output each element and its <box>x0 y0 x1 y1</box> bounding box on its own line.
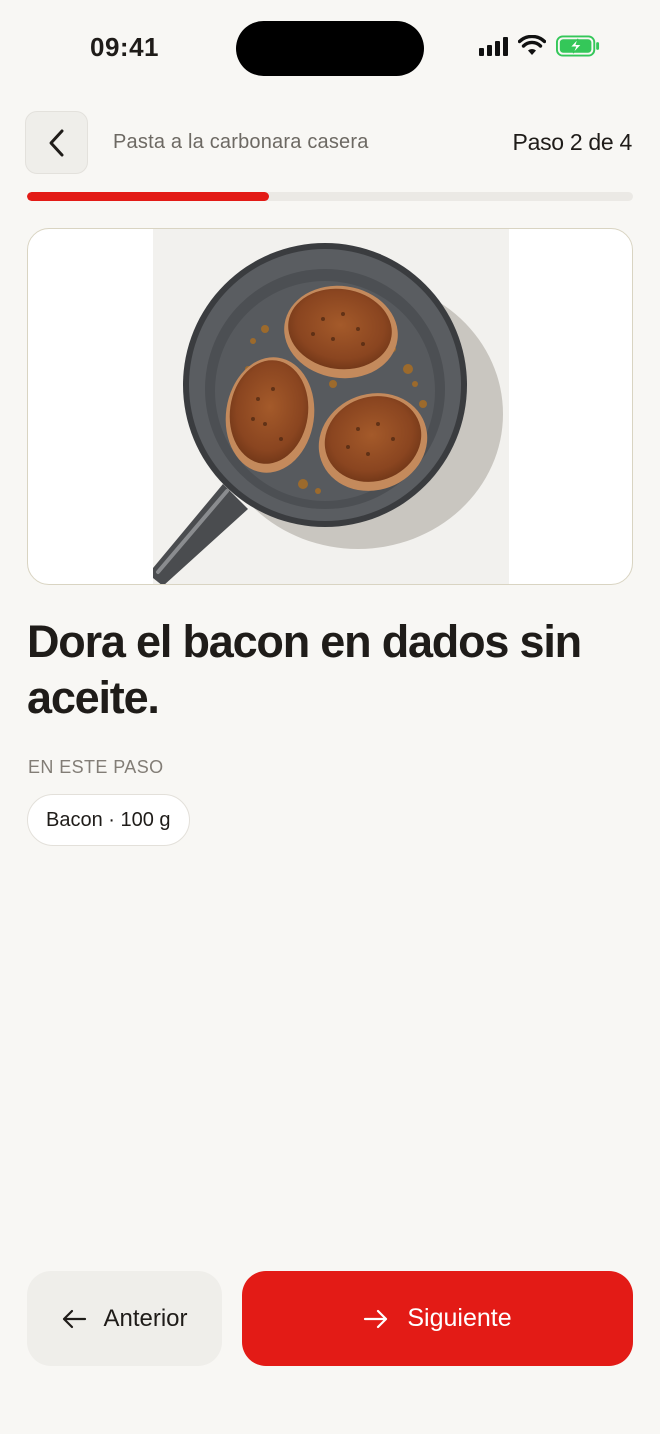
next-button[interactable]: Siguiente <box>242 1271 633 1366</box>
step-counter: Paso 2 de 4 <box>512 129 633 155</box>
previous-button-label: Anterior <box>103 1304 188 1332</box>
arrow-right-icon <box>364 1309 388 1328</box>
step-image-card <box>27 228 633 585</box>
next-button-label: Siguiente <box>407 1304 512 1332</box>
section-label: EN ESTE PASO <box>28 757 164 777</box>
ingredient-chip: Bacon · 100 g <box>27 794 190 846</box>
recipe-title: Pasta a la carbonara casera <box>113 131 369 153</box>
previous-button[interactable]: Anterior <box>27 1271 222 1366</box>
arrow-left-icon <box>63 1309 87 1328</box>
step-screen: 09:41 Pasta a la carbonara casera Paso 2… <box>0 0 660 1434</box>
back-button[interactable] <box>25 111 88 174</box>
battery-charging-icon <box>556 35 600 57</box>
frying-pan-illustration <box>148 243 503 584</box>
signal-icon <box>479 36 508 56</box>
status-icons <box>479 35 600 57</box>
progress-bar <box>27 192 633 201</box>
wifi-icon <box>518 35 546 55</box>
status-time: 09:41 <box>90 32 159 62</box>
dynamic-island <box>236 21 424 76</box>
step-image <box>148 229 509 584</box>
chevron-left-icon <box>49 129 63 156</box>
step-instruction: Dora el bacon en dados sin aceite. <box>27 616 582 723</box>
progress-fill <box>27 192 270 201</box>
